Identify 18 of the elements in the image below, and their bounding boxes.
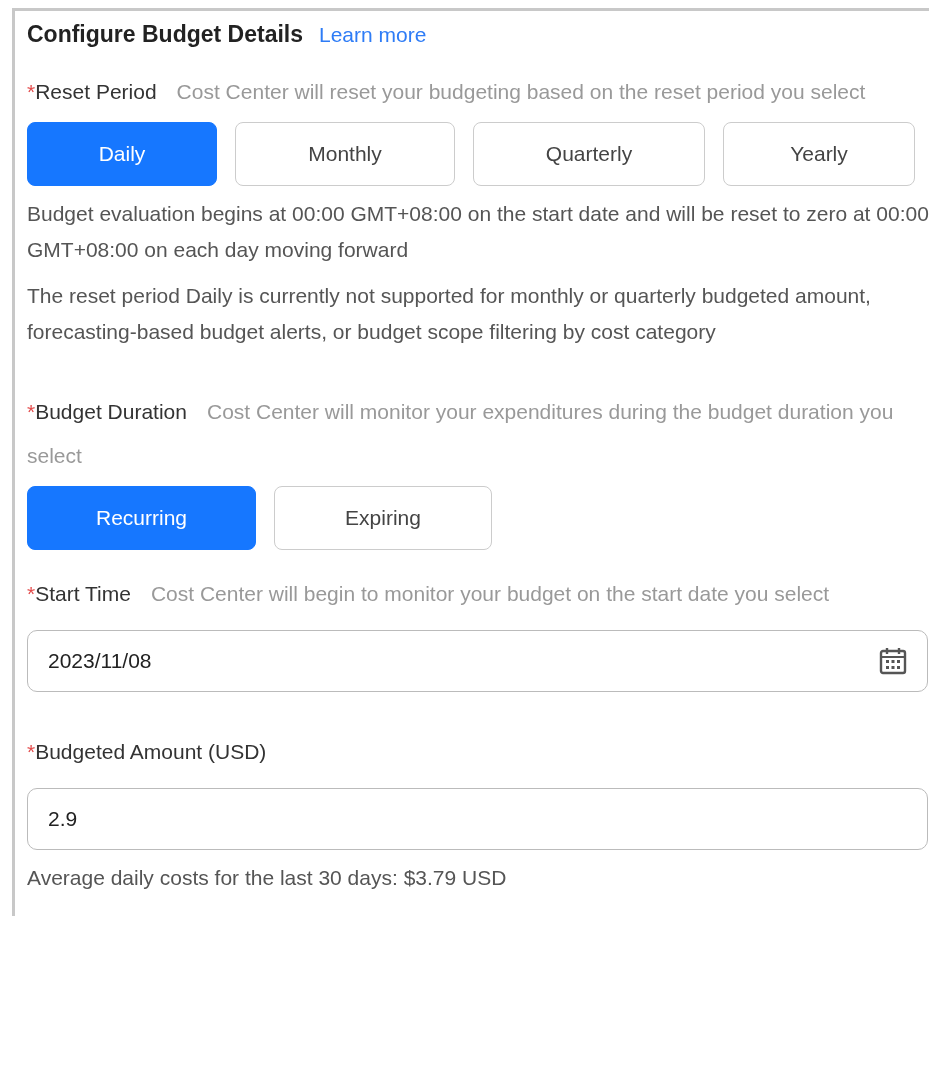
option-button[interactable]: Daily	[27, 122, 217, 186]
help-text: Average daily costs for the last 30 days: $3.79 USD	[27, 865, 508, 891]
amount-input[interactable]: 2.9	[27, 788, 928, 850]
option-button[interactable]: Yearly	[723, 122, 915, 186]
option-button[interactable]: Recurring	[27, 486, 256, 550]
field-label: *Start Time Cost Center will begin to monitor your budget on the start date you select	[27, 581, 831, 607]
section-title: Configure Budget Details	[27, 21, 303, 48]
calendar-icon[interactable]	[878, 646, 908, 676]
learn-more-link[interactable]: Learn more	[319, 23, 427, 47]
date-field[interactable]: 2023/11/08	[27, 630, 928, 692]
field-label: *Budget Duration Cost Center will monitor your expenditures during the budget duration you select	[27, 399, 895, 469]
option-button[interactable]: Monthly	[235, 122, 455, 186]
option-button[interactable]: Expiring	[274, 486, 492, 550]
field-label: *Budgeted Amount (USD)	[27, 739, 268, 765]
option-button[interactable]: Quarterly	[473, 122, 705, 186]
help-text: The reset period Daily is currently not supported for monthly or quarterly budgeted amount, forecasting-based budget alerts, or budget scope filtering by cost category	[27, 283, 872, 345]
field-label: *Reset Period Cost Center will reset your budgeting based on the reset period you select	[27, 79, 867, 105]
help-text: Budget evaluation begins at 00:00 GMT+08:00 on the start date and will be reset to zero at 00:00 GMT+08:00 on each day moving forward	[27, 201, 929, 263]
